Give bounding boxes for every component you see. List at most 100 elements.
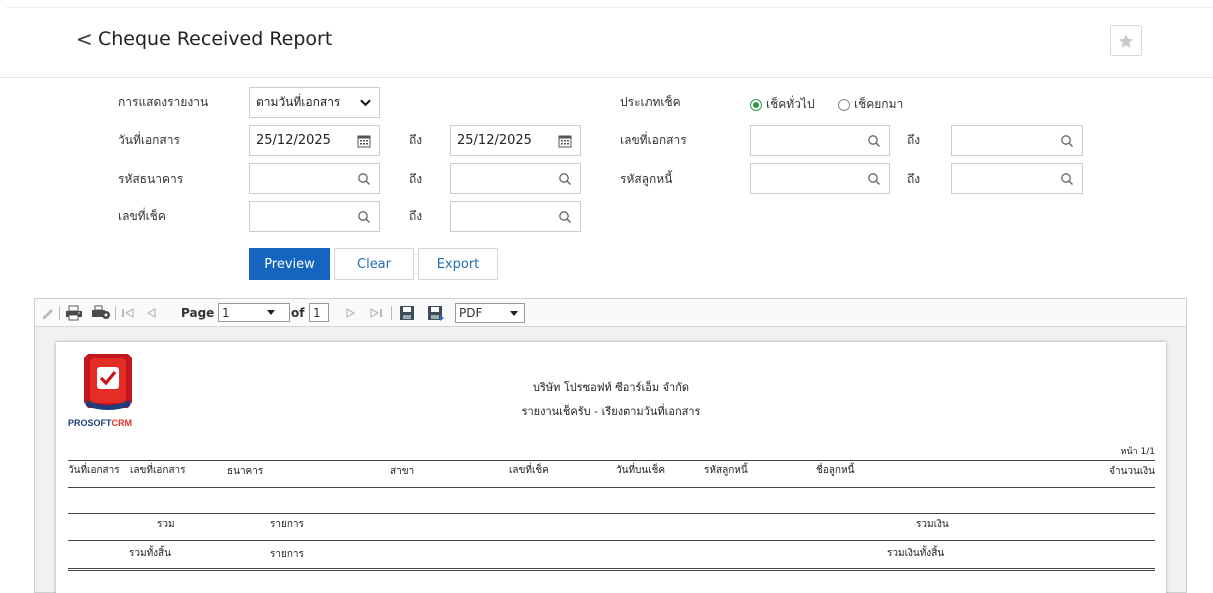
logo-shield-icon	[84, 354, 132, 410]
doc-no-label: เลขที่เอกสาร	[620, 133, 687, 147]
page-number-input[interactable]: 1	[218, 303, 290, 322]
toolbar-separator	[59, 306, 60, 320]
calendar-icon[interactable]	[558, 134, 572, 148]
logo-text-prosoft: PROSOFT	[68, 418, 112, 428]
back-button[interactable]: <	[76, 28, 93, 50]
sum-label: รวม	[157, 519, 175, 530]
doc-date-to-input[interactable]: 25/12/2025	[450, 125, 581, 156]
company-logo: PROSOFTCRM	[68, 350, 148, 432]
bank-code-label: รหัสธนาคาร	[118, 172, 184, 186]
radio-checked-icon	[750, 98, 762, 111]
col-branch: สาขา	[390, 466, 415, 477]
grand-items-label: รายการ	[270, 549, 304, 560]
page-title: Cheque Received Report	[98, 28, 333, 50]
chevron-down-icon	[510, 311, 518, 316]
print-setup-icon[interactable]	[91, 305, 111, 321]
report-subtitle: รายงานเช็ครับ - เรียงตามวันที่เอกสาร	[521, 405, 701, 418]
star-icon	[1119, 33, 1133, 48]
sum-bottom-rule	[68, 540, 1155, 541]
toolbar-separator	[391, 306, 392, 320]
of-label: of	[291, 306, 305, 320]
first-page-icon[interactable]	[121, 305, 135, 321]
next-page-icon[interactable]	[345, 305, 357, 321]
col-doc-no: เลขที่เอกสาร	[130, 465, 186, 476]
logo-text-crm: CRM	[111, 418, 133, 428]
doc-date-label: วันที่เอกสาร	[118, 133, 180, 147]
calendar-icon[interactable]	[357, 134, 371, 148]
debtor-code-to-input[interactable]	[951, 163, 1083, 194]
bank-code-to-label: ถึง	[409, 172, 423, 186]
export-format-value: PDF	[459, 306, 483, 320]
cheque-no-from-input[interactable]	[249, 201, 380, 232]
favorite-button[interactable]	[1110, 25, 1142, 56]
page-header: < Cheque Received Report	[0, 0, 1213, 78]
prev-page-icon[interactable]	[145, 305, 157, 321]
report-sheet: PROSOFTCRM บริษัท โปรซอฟท์ ซีอาร์เอ็ม จำ…	[56, 342, 1166, 593]
sum-top-rule	[68, 513, 1155, 514]
search-icon[interactable]	[1060, 172, 1074, 186]
debtor-code-to-label: ถึง	[907, 172, 921, 186]
display-report-label: การแสดงรายงาน	[118, 95, 209, 109]
doc-date-from-input[interactable]: 25/12/2025	[249, 125, 380, 156]
radio-cheque-brought-forward-label: เช็คยกมา	[854, 97, 904, 111]
sum-items-label: รายการ	[270, 519, 304, 530]
total-pages-value: 1	[313, 305, 321, 320]
export-save-icon[interactable]	[427, 305, 445, 321]
search-icon[interactable]	[867, 134, 881, 148]
debtor-code-label: รหัสลูกหนี้	[620, 172, 673, 186]
col-debtor-code: รหัสลูกหนี้	[704, 465, 748, 476]
page-label: Page	[181, 306, 215, 320]
search-icon[interactable]	[357, 172, 371, 186]
last-page-icon[interactable]	[369, 305, 383, 321]
radio-unchecked-icon	[838, 98, 850, 111]
preview-button[interactable]: Preview	[249, 248, 330, 280]
doc-date-from-value: 25/12/2025	[256, 133, 331, 148]
report-company-name: บริษัท โปรซอฟท์ ซีอาร์เอ็ม จำกัด	[533, 381, 689, 394]
search-icon[interactable]	[867, 172, 881, 186]
col-cheque-date: วันที่บนเช็ค	[616, 465, 666, 476]
report-viewer: Page 1 of 1 PDF PROSOFTCRM บริษัท โปรซอฟ…	[34, 298, 1187, 593]
doc-date-to-value: 25/12/2025	[457, 133, 532, 148]
cheque-type-label: ประเภทเช็ค	[620, 95, 681, 109]
grand-rule-2	[68, 570, 1155, 571]
radio-cheque-general[interactable]: เช็คทั่วไป	[750, 95, 815, 114]
toolbar-separator	[115, 306, 116, 320]
clear-button[interactable]: Clear	[334, 248, 414, 280]
logo-wordmark: PROSOFTCRM	[68, 418, 132, 428]
search-icon[interactable]	[558, 210, 572, 224]
doc-no-from-input[interactable]	[750, 125, 890, 156]
cheque-no-label: เลขที่เช็ค	[118, 209, 166, 223]
header-top-rule	[68, 460, 1155, 461]
grand-total-label: รวมทั้งสิ้น	[129, 548, 171, 559]
save-icon[interactable]	[399, 305, 415, 321]
search-icon[interactable]	[558, 172, 572, 186]
report-toolbar: Page 1 of 1 PDF	[35, 299, 1186, 327]
col-cheque-no: เลขที่เช็ค	[509, 465, 549, 476]
cheque-no-to-label: ถึง	[409, 209, 423, 223]
grand-money-label: รวมเงินทั้งสิ้น	[887, 548, 945, 559]
chevron-down-icon	[360, 99, 371, 107]
page: < Cheque Received Report การแสดงรายงาน ต…	[0, 0, 1213, 593]
total-pages-box: 1	[309, 303, 329, 322]
sum-money-label: รวมเงิน	[916, 519, 949, 530]
radio-cheque-general-label: เช็คทั่วไป	[766, 97, 815, 111]
radio-cheque-brought-forward[interactable]: เช็คยกมา	[838, 95, 903, 114]
debtor-code-from-input[interactable]	[750, 163, 890, 194]
bank-code-to-input[interactable]	[450, 163, 581, 194]
print-icon[interactable]	[65, 305, 83, 321]
col-debtor-name: ชื่อลูกหนี้	[816, 465, 855, 476]
page-number-value: 1	[222, 305, 230, 320]
edit-pencil-icon[interactable]	[41, 305, 57, 321]
report-page-info: หน้า 1/1	[1120, 447, 1155, 457]
export-button[interactable]: Export	[418, 248, 498, 280]
doc-no-to-input[interactable]	[951, 125, 1083, 156]
bank-code-from-input[interactable]	[249, 163, 380, 194]
cheque-no-to-input[interactable]	[450, 201, 581, 232]
search-icon[interactable]	[357, 210, 371, 224]
page-dropdown-icon[interactable]	[267, 305, 275, 321]
header-bottom-rule	[68, 487, 1155, 488]
export-format-select[interactable]: PDF	[455, 303, 525, 323]
display-report-select[interactable]: ตามวันที่เอกสาร	[249, 87, 380, 118]
search-icon[interactable]	[1060, 134, 1074, 148]
col-amount: จำนวนเงิน	[1109, 466, 1155, 477]
